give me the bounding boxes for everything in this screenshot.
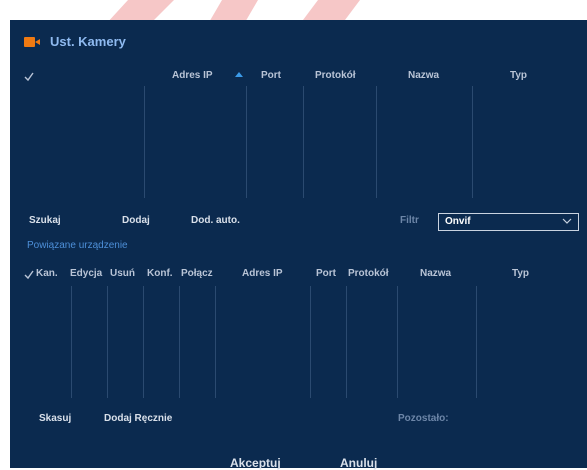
col-header-edit[interactable]: Edycja — [70, 268, 102, 279]
auto-add-button[interactable]: Dod. auto. — [191, 215, 240, 226]
delete-button[interactable]: Skasuj — [39, 413, 71, 424]
column-divider — [376, 86, 377, 198]
column-divider — [143, 286, 144, 398]
col-header-port[interactable]: Port — [316, 268, 336, 279]
column-divider — [215, 286, 216, 398]
remaining-label: Pozostało: — [398, 413, 449, 424]
dialog-title: Ust. Kamery — [50, 34, 126, 49]
camera-settings-dialog: Ust. Kamery Adres IP Port Protokół Nazwa… — [10, 20, 587, 470]
column-divider — [144, 86, 145, 198]
column-divider — [246, 86, 247, 198]
filter-label: Filtr — [400, 215, 419, 226]
column-divider — [346, 286, 347, 398]
column-divider — [107, 286, 108, 398]
manual-add-button[interactable]: Dodaj Ręcznie — [104, 413, 172, 424]
column-divider — [179, 286, 180, 398]
col-header-protocol[interactable]: Protokół — [315, 70, 356, 81]
col-header-delete[interactable]: Usuń — [110, 268, 135, 279]
select-all-checkmark-icon[interactable] — [24, 270, 34, 280]
col-header-ip[interactable]: Adres IP — [242, 268, 283, 279]
col-header-port[interactable]: Port — [261, 70, 281, 81]
col-header-protocol[interactable]: Protokół — [348, 268, 389, 279]
col-header-ip[interactable]: Adres IP — [172, 70, 213, 81]
column-divider — [476, 286, 477, 398]
column-divider — [397, 286, 398, 398]
col-header-config[interactable]: Konf. — [147, 268, 173, 279]
col-header-type[interactable]: Typ — [510, 70, 527, 81]
col-header-type[interactable]: Typ — [512, 268, 529, 279]
col-header-channel[interactable]: Kan. — [36, 268, 58, 279]
bound-devices-title: Powiązane urządzenie — [27, 240, 128, 251]
filter-select[interactable]: Onvif — [438, 213, 579, 231]
dialog-title-bar: Ust. Kamery — [24, 34, 126, 49]
col-header-name[interactable]: Nazwa — [420, 268, 451, 279]
col-header-name[interactable]: Nazwa — [408, 70, 439, 81]
column-divider — [303, 86, 304, 198]
column-divider — [310, 286, 311, 398]
select-all-checkmark-icon[interactable] — [24, 72, 34, 82]
chevron-down-icon — [562, 218, 572, 224]
add-button[interactable]: Dodaj — [122, 215, 150, 226]
column-divider — [71, 286, 72, 398]
search-button[interactable]: Szukaj — [29, 215, 61, 226]
sort-up-arrow-icon[interactable] — [235, 72, 243, 77]
camera-icon — [24, 36, 40, 47]
col-header-connect[interactable]: Połącz — [181, 268, 213, 279]
column-divider — [472, 86, 473, 198]
filter-select-value: Onvif — [445, 216, 471, 227]
